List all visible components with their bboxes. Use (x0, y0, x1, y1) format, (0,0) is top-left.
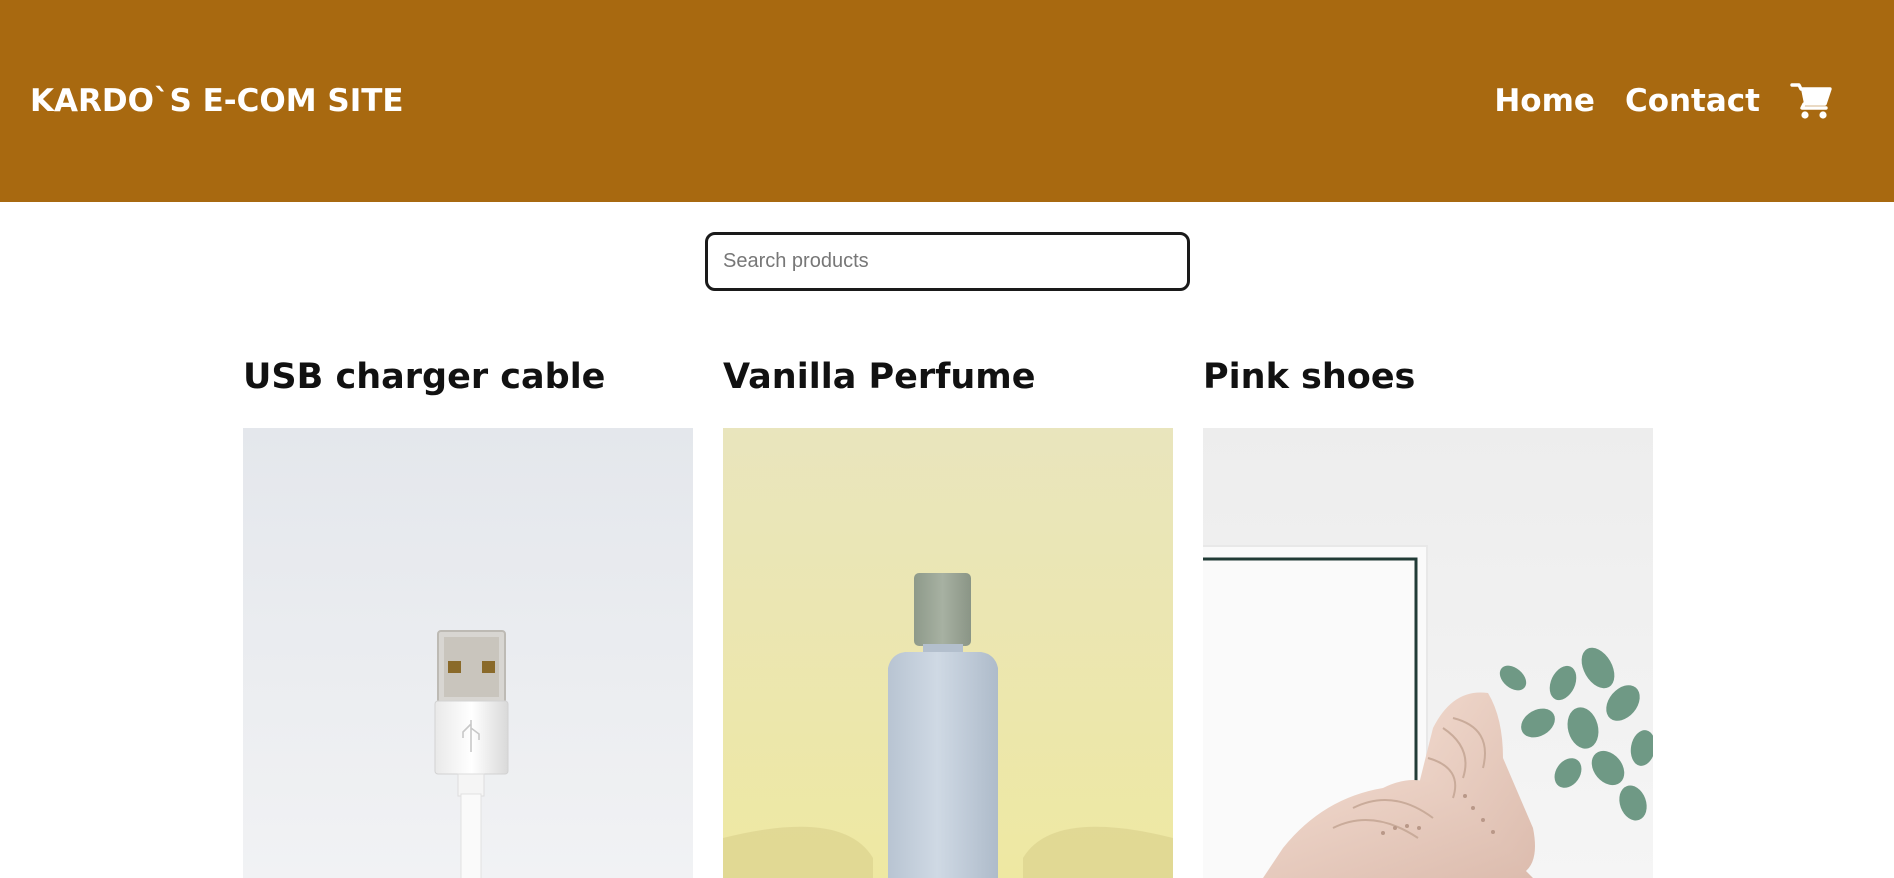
product-card[interactable]: Vanilla Perfume (723, 352, 1173, 878)
site-logo[interactable]: KARDO`S E-COM SITE (30, 79, 404, 123)
search-bar (705, 232, 1190, 291)
product-title[interactable]: Vanilla Perfume (723, 352, 1173, 428)
shopping-cart-icon[interactable] (1790, 80, 1832, 122)
product-grid: USB charger cable Vanilla Perfume Pink s… (243, 352, 1683, 878)
main-nav: Home Contact (1464, 76, 1832, 126)
perfume-bottle-photo[interactable] (723, 428, 1173, 878)
product-title[interactable]: USB charger cable (243, 352, 693, 428)
site-header: KARDO`S E-COM SITE Home Contact (0, 0, 1894, 202)
product-card[interactable]: USB charger cable (243, 352, 693, 878)
product-card[interactable]: Pink shoes (1203, 352, 1653, 878)
usb-cable-photo[interactable] (243, 428, 693, 878)
product-title[interactable]: Pink shoes (1203, 352, 1653, 428)
nav-contact-link[interactable]: Contact (1625, 79, 1760, 123)
pink-shoes-photo[interactable] (1203, 428, 1653, 878)
search-input[interactable] (705, 232, 1190, 291)
nav-home-link[interactable]: Home (1494, 79, 1595, 123)
